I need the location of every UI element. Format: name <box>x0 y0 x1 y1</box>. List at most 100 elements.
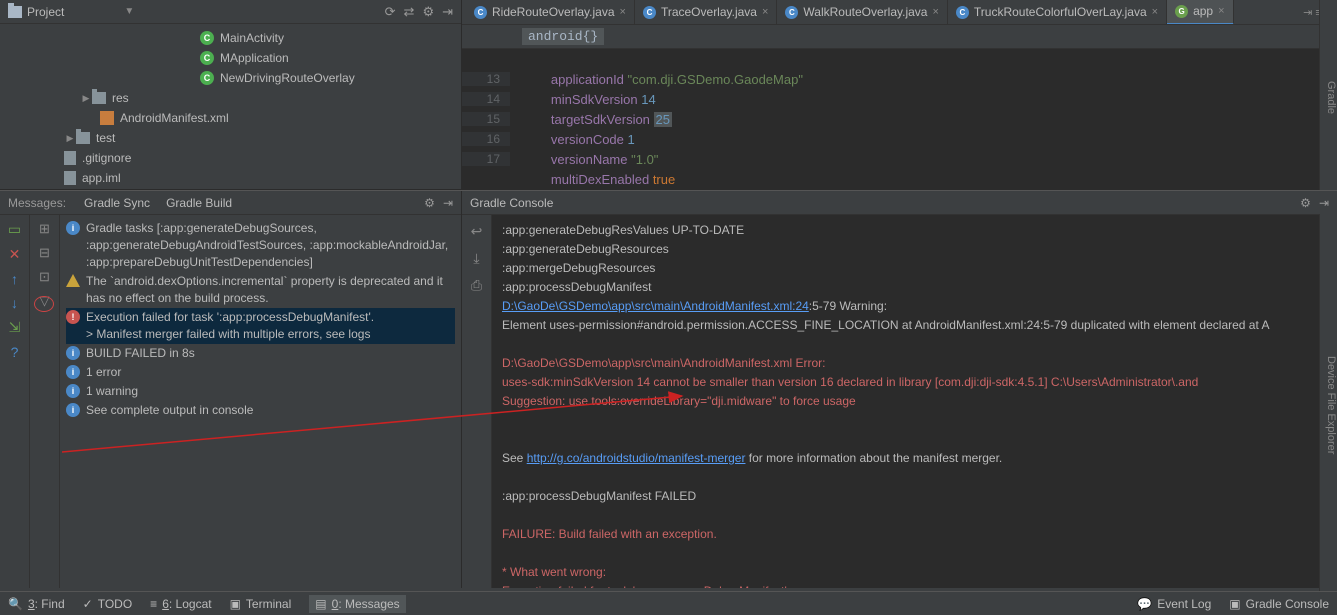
gear-icon[interactable]: ⚙ <box>1300 196 1311 210</box>
info-icon: i <box>66 221 80 235</box>
console-line <box>502 335 1315 354</box>
folder-icon <box>92 92 106 104</box>
sidetab-gradle[interactable]: Gradle <box>1319 0 1337 190</box>
code-line[interactable]: 15 targetSdkVersion 25 <box>462 109 1337 129</box>
folder-icon <box>8 6 22 18</box>
message-item[interactable]: iSee complete output in console <box>66 401 455 420</box>
tree-item-label: MainActivity <box>220 31 284 45</box>
console-line: :app:processDebugManifest FAILED <box>502 487 1315 506</box>
close-icon[interactable]: ✕ <box>9 246 21 263</box>
close-icon[interactable]: × <box>762 6 768 18</box>
collapse-icon[interactable]: ▭ <box>8 221 21 238</box>
console-line <box>502 430 1315 449</box>
console-line: :app:mergeDebugResources <box>502 259 1315 278</box>
editor-tab[interactable]: CTraceOverlay.java× <box>635 0 777 25</box>
message-text: See complete output in console <box>86 402 455 419</box>
messages-header: Messages: Gradle Sync Gradle Build ⚙ ⇥ <box>0 191 461 215</box>
expand-icon[interactable]: ⊞ <box>39 221 50 237</box>
tree-item[interactable]: .gitignore <box>0 148 461 168</box>
gear-icon[interactable]: ⚙ <box>422 4 434 20</box>
code-line[interactable]: 17 versionName "1.0" <box>462 149 1337 169</box>
close-icon[interactable]: × <box>1152 6 1158 18</box>
editor-tab[interactable]: CWalkRouteOverlay.java× <box>777 0 947 25</box>
message-text: The `android.dexOptions.incremental` pro… <box>86 273 455 307</box>
filter-icon[interactable]: ▽ <box>40 293 50 309</box>
status-bar: 🔍3: Find ✓TODO ≡6: Logcat ▣Terminal ▤0: … <box>0 591 1337 615</box>
console-line: :app:processDebugManifest <box>502 278 1315 297</box>
status-terminal[interactable]: ▣Terminal <box>230 597 292 611</box>
gradle-console-title: Gradle Console <box>470 196 553 210</box>
hide-icon[interactable]: ⇥ <box>442 4 453 20</box>
soft-wrap-icon[interactable]: ↩ <box>471 223 483 240</box>
line-number: 17 <box>462 152 510 166</box>
message-item[interactable]: i1 warning <box>66 382 455 401</box>
messages-tab-build[interactable]: Gradle Build <box>158 196 240 210</box>
close-icon[interactable]: × <box>932 6 938 18</box>
code-line[interactable] <box>462 49 1337 69</box>
status-find[interactable]: 🔍3: Find <box>8 597 65 611</box>
close-icon[interactable]: × <box>1218 5 1224 17</box>
console-line <box>502 411 1315 430</box>
status-gradle-console[interactable]: ▣Gradle Console <box>1229 597 1329 611</box>
tree-item[interactable]: ▶test <box>0 128 461 148</box>
status-eventlog[interactable]: 💬Event Log <box>1137 597 1211 611</box>
console-output[interactable]: :app:generateDebugResValues UP-TO-DATE:a… <box>492 215 1325 588</box>
sidetab-device-file-explorer[interactable]: Device File Explorer <box>1319 214 1337 591</box>
export-icon[interactable]: ⇲ <box>9 319 21 336</box>
message-item[interactable]: iGradle tasks [:app:generateDebugSources… <box>66 219 455 272</box>
info-icon: i <box>66 346 80 360</box>
messages-tab-sync[interactable]: Gradle Sync <box>76 196 158 210</box>
help-icon[interactable]: ? <box>11 344 19 360</box>
down-icon[interactable]: ↓ <box>11 295 18 311</box>
messages-list[interactable]: iGradle tasks [:app:generateDebugSources… <box>60 215 461 588</box>
editor[interactable]: android{} 13 applicationId "com.dji.GSDe… <box>462 25 1337 189</box>
close-icon[interactable]: × <box>620 6 626 18</box>
status-logcat[interactable]: ≡6: Logcat <box>150 597 211 611</box>
editor-tab[interactable]: CRideRouteOverlay.java× <box>466 0 635 25</box>
console-line <box>502 506 1315 525</box>
project-tree[interactable]: CMainActivityCMApplicationCNewDrivingRou… <box>0 24 461 189</box>
class-icon: C <box>200 71 214 85</box>
editor-tab[interactable]: Gapp× <box>1167 0 1233 25</box>
scroll-end-icon[interactable]: ⤓ <box>473 250 479 267</box>
hide-icon[interactable]: ⇥ <box>443 196 453 210</box>
sync-icon[interactable]: ⟳ <box>385 4 396 20</box>
tree-item[interactable]: app.iml <box>0 168 461 188</box>
message-item[interactable]: i1 error <box>66 363 455 382</box>
project-view-dropdown[interactable]: ▼ <box>124 6 134 17</box>
message-item[interactable]: !Execution failed for task ':app:process… <box>66 308 455 344</box>
console-line: Element uses-permission#android.permissi… <box>502 316 1315 335</box>
message-item[interactable]: The `android.dexOptions.incremental` pro… <box>66 272 455 308</box>
breadcrumb-item[interactable]: android{} <box>522 28 604 45</box>
print-icon[interactable]: ⎙ <box>471 277 482 294</box>
code-line[interactable]: 14 minSdkVersion 14 <box>462 89 1337 109</box>
up-icon[interactable]: ↑ <box>11 271 18 287</box>
status-messages[interactable]: ▤0: Messages <box>309 595 405 613</box>
hide-icon[interactable]: ⇥ <box>1319 196 1329 210</box>
console-line: D:\GaoDe\GSDemo\app\src\main\AndroidMani… <box>502 297 1315 316</box>
tree-item[interactable]: CNewDrivingRouteOverlay <box>0 68 461 88</box>
console-line: Suggestion: use tools:overrideLibrary="d… <box>502 392 1315 411</box>
code-line[interactable]: 13 applicationId "com.dji.GSDemo.GaodeMa… <box>462 69 1337 89</box>
gear-icon[interactable]: ⚙ <box>424 196 435 210</box>
code-line[interactable]: multiDexEnabled true <box>462 169 1337 189</box>
code-line[interactable]: 16 versionCode 1 <box>462 129 1337 149</box>
tree-item-label: res <box>112 91 129 105</box>
tree-item[interactable]: ▶res <box>0 88 461 108</box>
messages-gutter-left: ▭ ✕ ↑ ↓ ⇲ ? <box>0 215 30 588</box>
autoscroll-icon[interactable]: ⊡ <box>39 269 50 285</box>
line-number: 14 <box>462 92 510 106</box>
project-panel-header: Project ▼ ⟳ ⇄ ⚙ ⇥ <box>0 0 461 24</box>
status-todo[interactable]: ✓TODO <box>83 597 133 611</box>
tree-item[interactable]: AndroidManifest.xml <box>0 108 461 128</box>
editor-tab[interactable]: CTruckRouteColorfulOverLay.java× <box>948 0 1167 25</box>
messages-title: Messages: <box>8 196 66 210</box>
console-line <box>502 544 1315 563</box>
collapse-all-icon[interactable]: ⊟ <box>39 245 50 261</box>
tree-item[interactable]: CMainActivity <box>0 28 461 48</box>
line-number: 13 <box>462 72 510 86</box>
split-icon[interactable]: ⇄ <box>404 4 415 20</box>
breadcrumb[interactable]: android{} <box>462 25 1337 49</box>
message-item[interactable]: iBUILD FAILED in 8s <box>66 344 455 363</box>
tree-item[interactable]: CMApplication <box>0 48 461 68</box>
